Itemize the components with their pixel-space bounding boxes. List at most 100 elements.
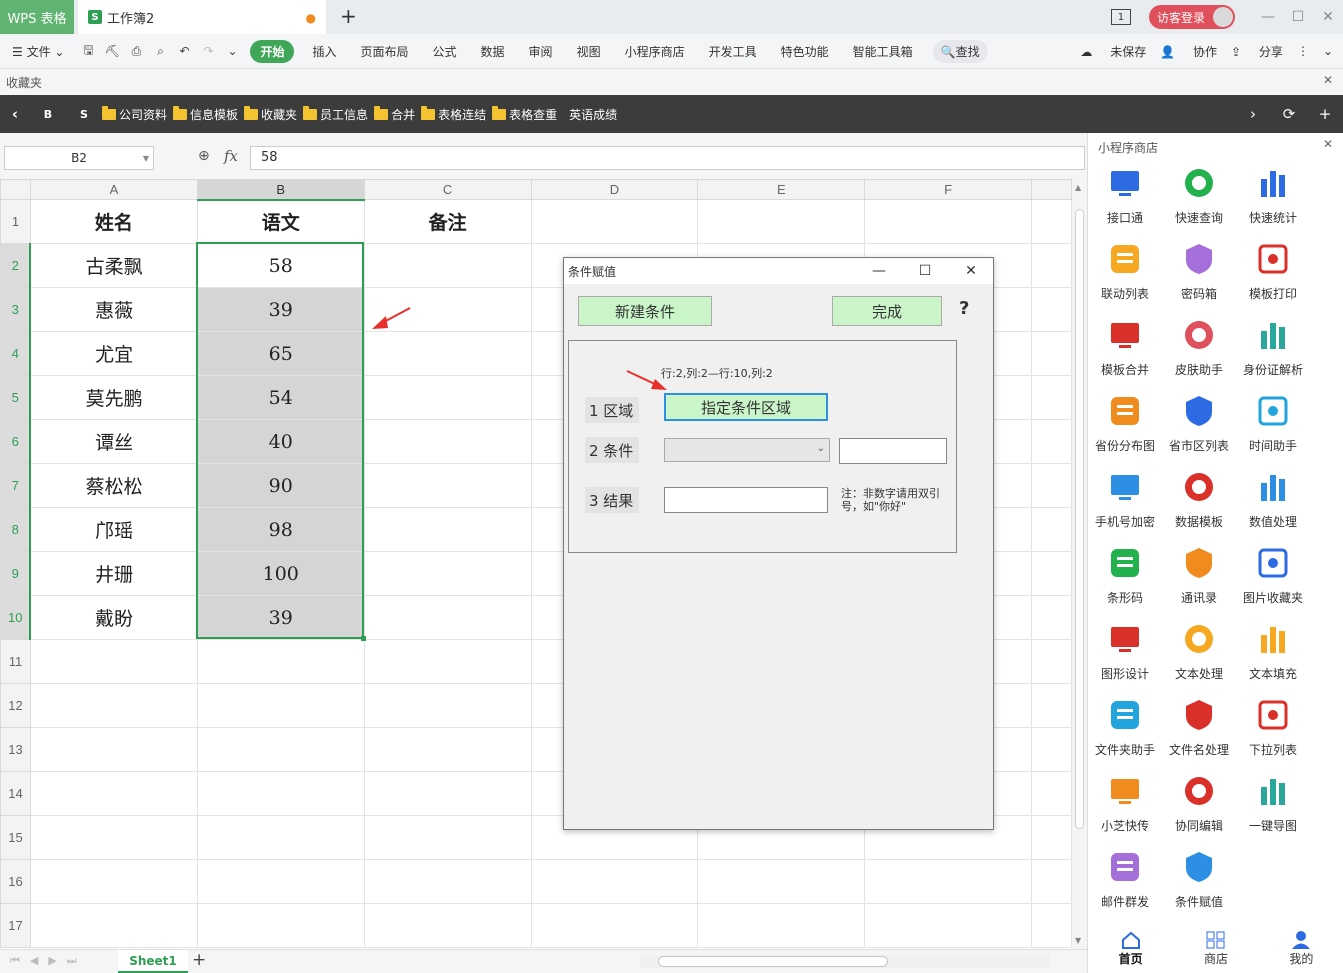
column-header[interactable] (1031, 179, 1072, 200)
tab-smart-toolbox[interactable]: 智能工具箱 (841, 43, 925, 60)
tab-miniprogram-store[interactable]: 小程序商店 (613, 43, 697, 60)
app-item[interactable]: 通讯录 (1162, 543, 1236, 619)
row-header[interactable]: 13 (0, 727, 31, 772)
cell[interactable]: 58 (196, 243, 365, 288)
cell[interactable] (697, 903, 866, 948)
cell[interactable]: 姓名 (29, 199, 198, 244)
app-item[interactable]: 接口通 (1088, 163, 1162, 239)
specify-area-button[interactable]: 指定条件区域 (664, 393, 828, 421)
cell[interactable] (1031, 595, 1072, 640)
cell[interactable]: 90 (196, 463, 365, 508)
cell[interactable] (363, 551, 532, 596)
cell[interactable] (1031, 375, 1072, 420)
app-item[interactable]: 省份分布图 (1088, 391, 1162, 467)
cell[interactable] (196, 859, 365, 904)
cell[interactable] (363, 815, 532, 860)
condition-select[interactable]: ⌄ (664, 438, 830, 462)
cell[interactable]: 谭丝 (29, 419, 198, 464)
cell[interactable] (363, 771, 532, 816)
cell[interactable] (864, 903, 1033, 948)
cell[interactable] (530, 903, 699, 948)
fill-handle[interactable] (361, 636, 366, 641)
tab-view[interactable]: 视图 (565, 43, 613, 60)
app-item[interactable]: 条形码 (1088, 543, 1162, 619)
cell[interactable]: 井珊 (29, 551, 198, 596)
tab-data[interactable]: 数据 (469, 43, 517, 60)
app-item[interactable]: 模板合并 (1088, 315, 1162, 391)
close-favorites-icon[interactable]: ✕ (1323, 73, 1333, 87)
cell[interactable] (363, 243, 532, 288)
tab-developer[interactable]: 开发工具 (697, 43, 769, 60)
nav-mine[interactable]: 我的 (1289, 930, 1313, 967)
guest-login-button[interactable]: 访客登录 (1148, 5, 1235, 29)
more-menu-icon[interactable]: ⋮ (1297, 44, 1309, 58)
cell[interactable] (363, 463, 532, 508)
bookmark-folder[interactable]: 合并 (374, 105, 415, 123)
cell[interactable] (363, 375, 532, 420)
close-panel-icon[interactable]: ✕ (1323, 137, 1333, 151)
cell[interactable]: 54 (196, 375, 365, 420)
add-bookmark-icon[interactable]: + (1307, 105, 1343, 123)
fx-icon[interactable]: fx (224, 147, 238, 165)
app-item[interactable]: 小芝快传 (1088, 771, 1162, 847)
cell[interactable] (363, 331, 532, 376)
share-button[interactable]: ⇪ 分享 (1231, 43, 1283, 60)
tab-review[interactable]: 审阅 (517, 43, 565, 60)
collapse-ribbon-icon[interactable]: ⌄ (1323, 44, 1333, 58)
cell[interactable]: 语文 (196, 199, 365, 244)
print-preview-icon[interactable]: ⌕ (152, 44, 168, 59)
app-item[interactable]: 快速统计 (1236, 163, 1310, 239)
cell[interactable]: 尤宜 (29, 331, 198, 376)
cell[interactable] (363, 595, 532, 640)
cell[interactable] (363, 683, 532, 728)
file-menu[interactable]: ☰ 文件 ⌄ (0, 43, 76, 60)
cell[interactable]: 备注 (363, 199, 532, 244)
cell[interactable] (29, 859, 198, 904)
formula-input[interactable]: 58 (250, 146, 1085, 170)
sheet-tab[interactable]: Sheet1 (118, 950, 188, 973)
bookmark-b[interactable]: B (30, 108, 66, 121)
column-header[interactable]: E (697, 179, 866, 200)
help-button[interactable]: ? (959, 298, 969, 319)
bookmark-folder[interactable]: 公司资料 (102, 105, 167, 123)
bookmark-s[interactable]: S (66, 108, 102, 121)
column-header[interactable]: C (363, 179, 532, 200)
row-header[interactable]: 16 (0, 859, 31, 904)
row-header[interactable]: 8 (0, 507, 32, 552)
nav-store[interactable]: 商店 (1204, 930, 1228, 967)
dialog-close-icon[interactable]: ✕ (948, 258, 994, 284)
tab-start[interactable]: 开始 (250, 39, 295, 63)
cell[interactable] (1031, 243, 1072, 288)
app-item[interactable]: 图形设计 (1088, 619, 1162, 695)
dialog-maximize-icon[interactable]: ☐ (902, 258, 948, 284)
scroll-down-icon[interactable]: ▼ (1075, 936, 1081, 945)
bookmark-link[interactable]: 英语成绩 (569, 106, 617, 123)
app-item[interactable]: 时间助手 (1236, 391, 1310, 467)
bookmark-folder[interactable]: 收藏夹 (244, 105, 297, 123)
vertical-scrollbar[interactable]: ▲ ▼ (1072, 179, 1087, 949)
cell[interactable] (1031, 507, 1072, 552)
select-all-corner[interactable] (0, 179, 31, 200)
row-header[interactable]: 14 (0, 771, 31, 816)
close-icon[interactable]: ✕ (1313, 9, 1343, 25)
cell[interactable] (29, 639, 198, 684)
column-header[interactable]: A (29, 179, 198, 200)
row-header[interactable]: 4 (0, 331, 32, 376)
cell[interactable] (29, 771, 198, 816)
cell[interactable]: 98 (196, 507, 365, 552)
print-icon[interactable]: ⎙ (128, 44, 144, 59)
minimize-icon[interactable]: — (1253, 9, 1283, 25)
cell[interactable] (29, 903, 198, 948)
cell[interactable] (1031, 287, 1072, 332)
result-input[interactable] (664, 487, 828, 513)
row-header[interactable]: 11 (0, 639, 31, 684)
column-header[interactable]: D (530, 179, 699, 200)
cell[interactable] (196, 639, 365, 684)
row-header[interactable]: 3 (0, 287, 32, 332)
redo-icon[interactable]: ↷ (200, 44, 216, 58)
app-item[interactable]: 协同编辑 (1162, 771, 1236, 847)
app-item[interactable]: 下拉列表 (1236, 695, 1310, 771)
app-item[interactable]: 快速查询 (1162, 163, 1236, 239)
bookmark-folder[interactable]: 表格连结 (421, 105, 486, 123)
collab-button[interactable]: 👤 协作 (1160, 43, 1217, 60)
